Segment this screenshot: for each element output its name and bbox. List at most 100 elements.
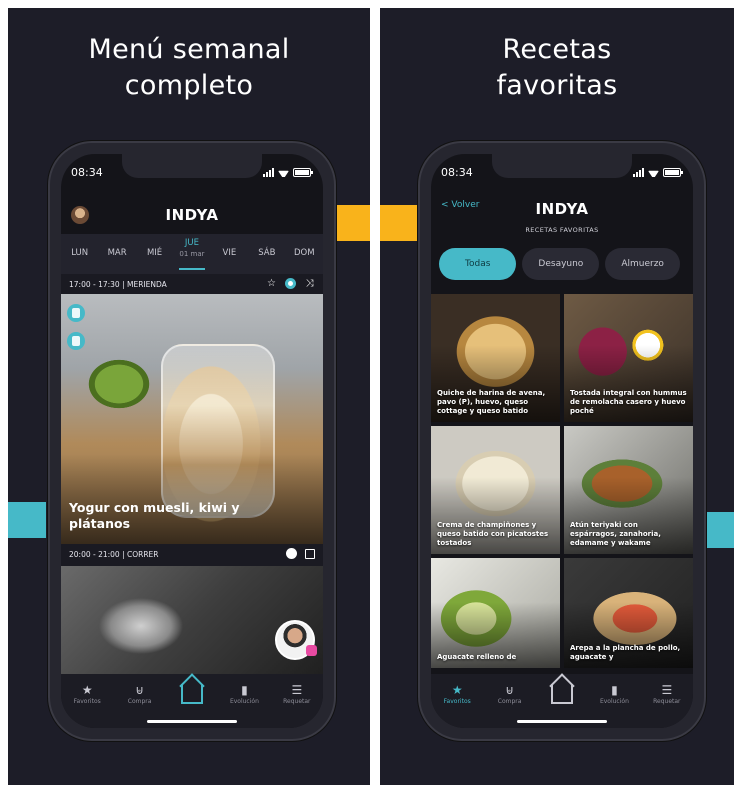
sliders-icon: ☰ [291, 683, 303, 697]
phone-frame-weekly-menu: 08:34 INDYA LUN MAR MIÉ JUE 01 mar VIE S… [48, 141, 336, 741]
meal-slot-bar: 17:00 - 17:30 | MERIENDA ☆ ⤨ [61, 274, 323, 294]
home-icon [536, 682, 588, 704]
phone-notch [492, 154, 632, 178]
tab-favoritos[interactable]: ★ Favoritos [61, 674, 113, 728]
day-label: DOM [293, 248, 315, 258]
teal-accent-block [706, 512, 734, 548]
left-promo-panel: Menú semanal completo 08:34 INDYA LUN MA… [8, 8, 370, 785]
tab-requetar[interactable]: ☰ Requetar [641, 674, 693, 728]
tab-label: Favoritos [443, 698, 471, 705]
wifi-icon [278, 168, 289, 177]
activity-slot-bar: 20:00 - 21:00 | CORRER [61, 544, 323, 566]
weekday-selector: LUN MAR MIÉ JUE 01 mar VIE SÁB DOM [61, 234, 323, 274]
wifi-icon [648, 168, 659, 177]
day-label: LUN [71, 248, 89, 258]
app-title: INDYA [535, 200, 589, 218]
orange-accent-block [380, 205, 418, 241]
edit-icon[interactable] [305, 548, 315, 559]
recipe-card[interactable]: Tostada integral con hummus de remolacha… [564, 294, 693, 422]
phone-frame-favorite-recipes: 08:34 < Volver INDYA RECETAS FAVORITAS T… [418, 141, 706, 741]
app-title: INDYA [165, 206, 219, 224]
meal-slot-actions: ☆ ⤨ [266, 278, 315, 289]
right-promo-panel: Recetas favoritas 08:34 < Volver INDYA R… [380, 8, 734, 785]
day-label: SÁB [258, 248, 276, 258]
status-icons [263, 168, 313, 177]
home-indicator [147, 720, 237, 723]
recipe-card[interactable]: Aguacate relleno de [431, 558, 560, 668]
bar-chart-icon: ▮ [611, 683, 618, 697]
basket-icon: ⊌ [505, 683, 514, 697]
battery-icon [293, 168, 313, 177]
recipe-grid: Quiche de harina de avena, pavo (P), hue… [431, 294, 693, 668]
bottom-tab-bar: ★ Favoritos ⊌ Compra ▮ Evolución ☰ Requetar [61, 674, 323, 728]
cup-icon[interactable] [67, 304, 85, 322]
recipe-card-title: Crema de champiñones y queso batido con … [437, 521, 549, 547]
orange-accent-block [334, 205, 370, 241]
day-tab-sab[interactable]: SÁB [248, 234, 285, 274]
phone-screen: 08:34 INDYA LUN MAR MIÉ JUE 01 mar VIE S… [61, 154, 323, 728]
recipe-card-title: Aguacate relleno de [437, 653, 517, 661]
day-label: VIE [222, 248, 237, 258]
tab-requetar[interactable]: ☰ Requetar [271, 674, 323, 728]
activity-slot-actions [286, 548, 315, 559]
recipe-card[interactable]: Arepa a la plancha de pollo, aguacate y [564, 558, 693, 668]
tab-label: Evolución [229, 698, 259, 705]
chip-desayuno[interactable]: Desayuno [522, 248, 600, 280]
battery-icon [663, 168, 683, 177]
chip-todas[interactable]: Todas [439, 248, 517, 280]
category-filter-chips: Todas Desayuno Almuerzo [431, 248, 693, 280]
recipe-card-title: Arepa a la plancha de pollo, aguacate y [570, 644, 681, 661]
status-time: 08:34 [71, 166, 103, 179]
shuffle-icon[interactable]: ⤨ [304, 278, 315, 289]
tab-label: Compra [497, 698, 522, 705]
home-indicator [517, 720, 607, 723]
recipe-title: Yogur con muesli, kiwi y plátanos [69, 500, 240, 531]
recipe-card[interactable]: Crema de champiñones y queso batido con … [431, 426, 560, 554]
tab-label: Favoritos [73, 698, 101, 705]
day-label: MIÉ [146, 248, 163, 258]
meal-slot-label: 17:00 - 17:30 | MERIENDA [69, 280, 167, 289]
star-icon: ★ [81, 683, 93, 697]
recipe-card-title: Atún teriyaki con espárragos, zanahoria,… [570, 521, 661, 547]
day-tab-lun[interactable]: LUN [61, 234, 98, 274]
signal-icon [633, 168, 644, 177]
star-icon: ★ [451, 683, 463, 697]
smile-icon[interactable] [286, 548, 297, 559]
signal-icon [263, 168, 274, 177]
recipe-card[interactable]: Atún teriyaki con espárragos, zanahoria,… [564, 426, 693, 554]
day-date: 01 mar [179, 250, 205, 258]
recipe-card-title: Tostada integral con hummus de remolacha… [570, 389, 687, 415]
left-headline: Menú semanal completo [8, 32, 370, 104]
bottle-icon[interactable] [67, 332, 85, 350]
chip-almuerzo[interactable]: Almuerzo [605, 248, 680, 280]
tab-label: Evolución [599, 698, 629, 705]
phone-screen: 08:34 < Volver INDYA RECETAS FAVORITAS T… [431, 154, 693, 728]
day-tab-mar[interactable]: MAR [98, 234, 135, 274]
star-icon[interactable]: ☆ [266, 278, 277, 289]
tab-label: Requetar [283, 698, 311, 705]
day-label: MAR [107, 248, 127, 258]
day-tab-jue[interactable]: JUE 01 mar [173, 234, 210, 274]
tab-label: Compra [127, 698, 152, 705]
coach-avatar[interactable] [275, 620, 317, 660]
phone-notch [122, 154, 262, 178]
tab-favoritos[interactable]: ★ Favoritos [431, 674, 483, 728]
recipe-card-title: Quiche de harina de avena, pavo (P), hue… [437, 389, 546, 415]
day-tab-vie[interactable]: VIE [211, 234, 248, 274]
left-headline-line-2: completo [124, 70, 254, 101]
status-time: 08:34 [441, 166, 473, 179]
tab-label: Requetar [653, 698, 681, 705]
workout-photo-running[interactable] [61, 566, 323, 678]
basket-icon: ⊌ [135, 683, 144, 697]
sliders-icon: ☰ [661, 683, 673, 697]
teal-accent-block [8, 502, 46, 538]
recipe-card[interactable]: Quiche de harina de avena, pavo (P), hue… [431, 294, 560, 422]
day-tab-mie[interactable]: MIÉ [136, 234, 173, 274]
home-icon [166, 682, 218, 704]
right-headline-line-2: favoritas [496, 70, 618, 101]
screen-subtitle: RECETAS FAVORITAS [525, 226, 599, 234]
check-icon[interactable] [285, 278, 296, 289]
right-headline-line-1: Recetas [502, 34, 612, 65]
day-tab-dom[interactable]: DOM [286, 234, 323, 274]
recipe-photo-yogurt[interactable]: Yogur con muesli, kiwi y plátanos [61, 294, 323, 544]
